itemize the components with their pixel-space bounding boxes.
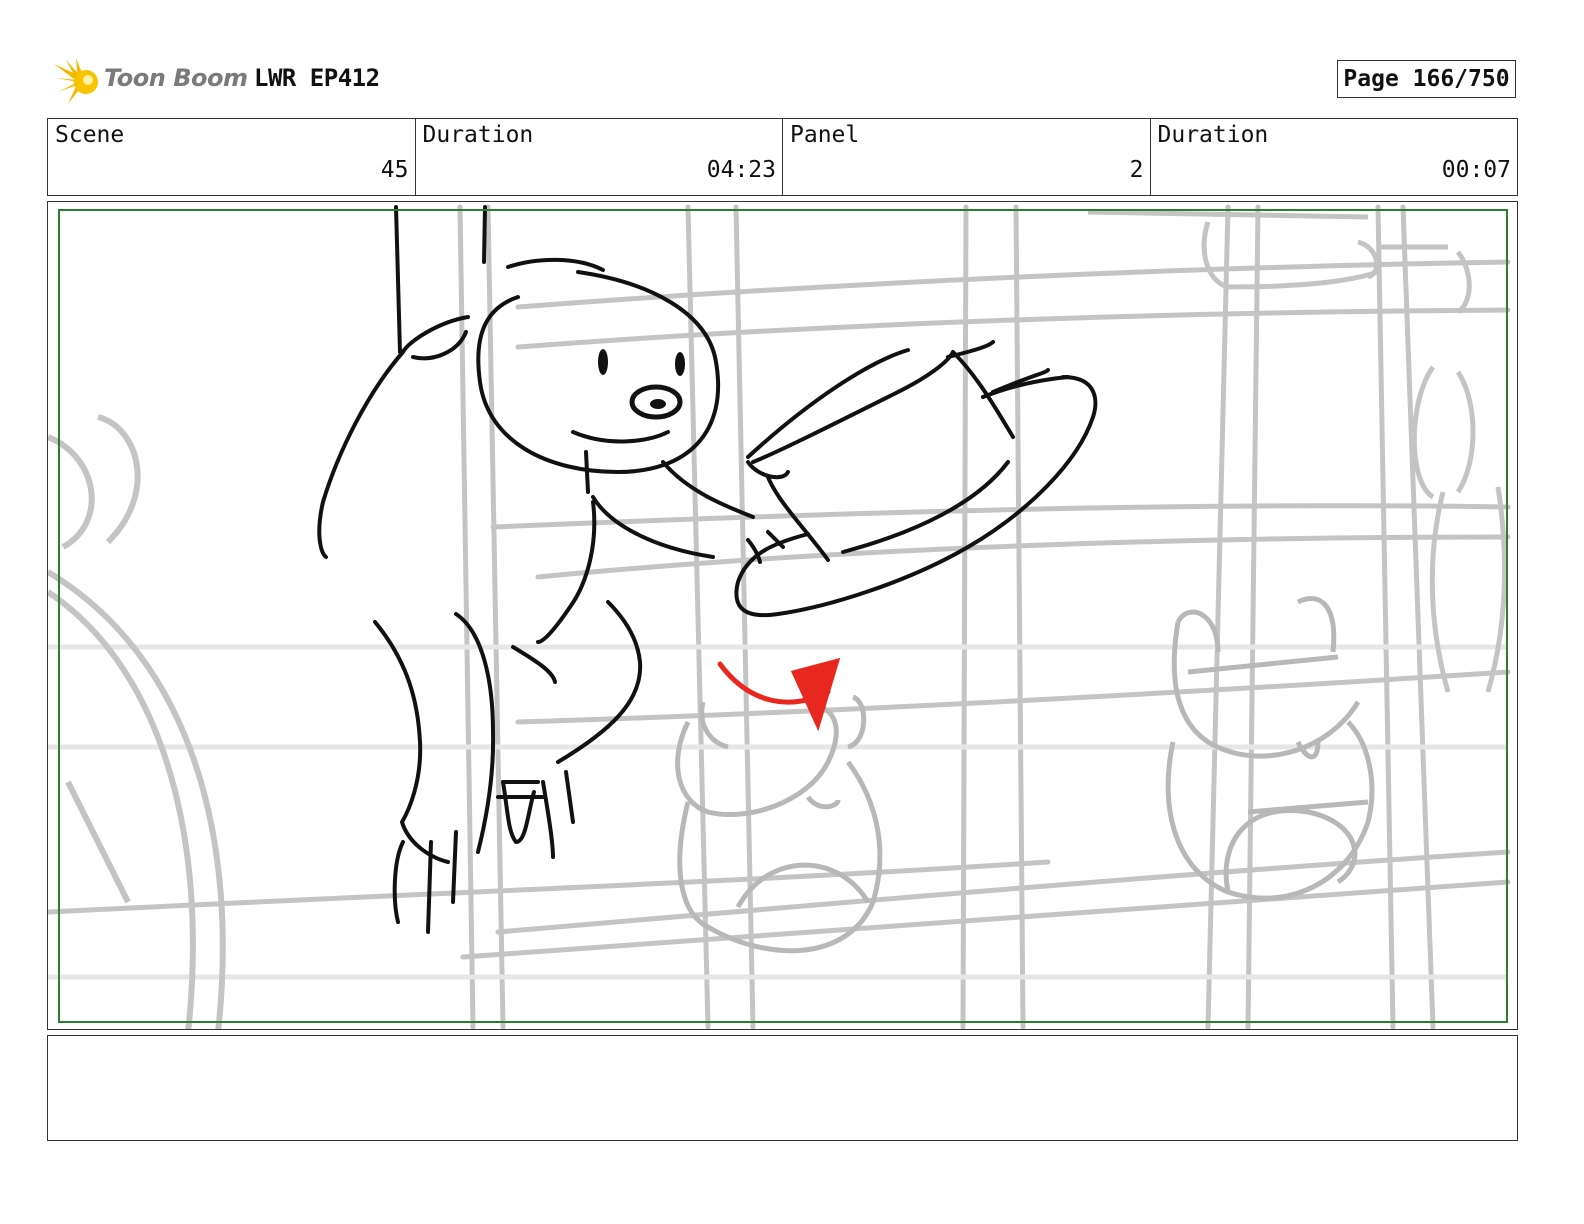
- panel-value: 2: [1129, 157, 1144, 183]
- sloth-character-sketch: [317, 205, 755, 934]
- background-cage-sketch: [48, 204, 1511, 1029]
- red-action-arrow: [717, 657, 841, 732]
- background-tube-sketch: [1087, 209, 1508, 693]
- storyboard-panel: [47, 201, 1518, 1030]
- panel-cell: Panel 2: [783, 119, 1151, 195]
- panel-notes-box: [47, 1035, 1518, 1141]
- panel-duration-value: 00:07: [1441, 157, 1511, 183]
- scene-cell: Scene 45: [48, 119, 416, 195]
- page-number: Page 166/750: [1337, 60, 1516, 98]
- background-wheel-sketch: [48, 414, 226, 1029]
- scene-duration-value: 04:23: [706, 157, 776, 183]
- scene-duration-label: Duration: [422, 122, 534, 148]
- panel-label: Panel: [790, 122, 860, 148]
- toon-boom-logo: Toon Boom: [52, 56, 248, 108]
- scene-info-table: Scene 45 Duration 04:23 Panel 2 Duration…: [47, 118, 1518, 196]
- panel-sketch: [48, 204, 1511, 1029]
- hat-sketch: [734, 340, 1098, 618]
- sloth-eye-left: [598, 349, 608, 375]
- scene-duration-cell: Duration 04:23: [416, 119, 783, 195]
- panel-duration-label: Duration: [1157, 122, 1269, 148]
- project-title: LWR EP412: [254, 64, 380, 92]
- scene-value: 45: [380, 157, 409, 183]
- scene-label: Scene: [55, 122, 125, 148]
- sloth-eye-right: [675, 352, 685, 376]
- starburst-icon: [54, 58, 98, 104]
- panel-duration-cell: Duration 00:07: [1151, 119, 1518, 195]
- sloth-nostril: [650, 399, 666, 409]
- logo-text: Toon Boom: [104, 64, 248, 92]
